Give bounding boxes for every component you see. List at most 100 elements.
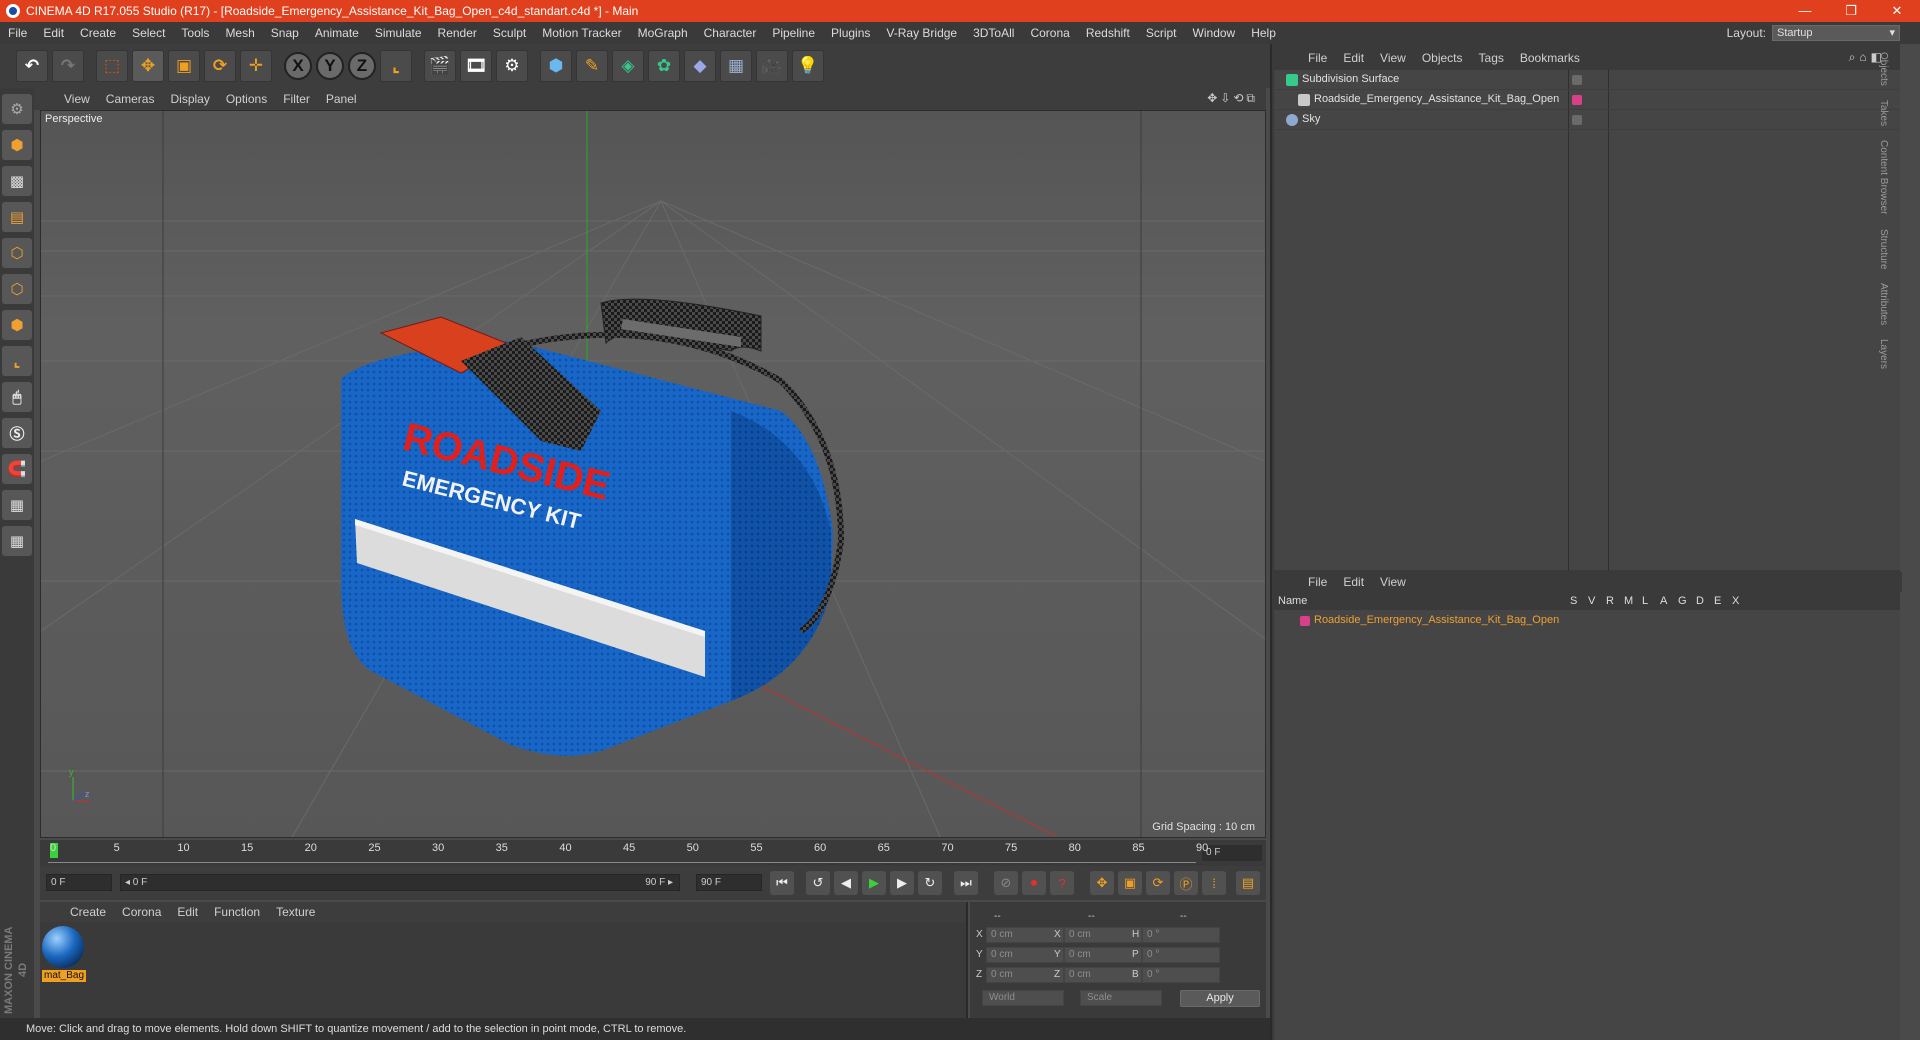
object-row[interactable]: Subdivision Surface	[1274, 70, 1900, 90]
material-swatch[interactable]: mat_Bag	[42, 926, 86, 984]
viewport-menu-view[interactable]: View	[56, 92, 98, 106]
menu-simulate[interactable]: Simulate	[367, 22, 430, 44]
minimize-button[interactable]: —	[1782, 0, 1828, 22]
menu-snap[interactable]: Snap	[263, 22, 307, 44]
points-mode-icon[interactable]: ⬡	[2, 238, 32, 268]
go-to-end-icon[interactable]: ⏭	[954, 871, 978, 895]
texture-mode-icon[interactable]: ▩	[2, 166, 32, 196]
subdivision-surface-icon[interactable]: ◈	[612, 50, 644, 82]
object-menu-view[interactable]: View	[1372, 51, 1414, 65]
material-menu-edit[interactable]: Edit	[169, 905, 206, 919]
restore-button[interactable]: ❐	[1828, 0, 1874, 22]
viewport-menu-cameras[interactable]: Cameras	[98, 92, 163, 106]
menu-edit[interactable]: Edit	[35, 22, 72, 44]
undo-icon[interactable]: ↶	[16, 50, 48, 82]
timeline-end-frame[interactable]: 0 F	[1202, 845, 1262, 861]
visibility-toggle-icon[interactable]	[1572, 115, 1582, 125]
coord-field-c[interactable]: 0 °	[1142, 927, 1220, 943]
make-editable-icon[interactable]: ⚙	[2, 94, 32, 124]
coord-field-b[interactable]: 0 cm	[1064, 927, 1142, 943]
coord-field-c[interactable]: 0 °	[1142, 947, 1220, 963]
layer-menu-edit[interactable]: Edit	[1335, 575, 1372, 589]
menu-v-ray-bridge[interactable]: V-Ray Bridge	[878, 22, 965, 44]
menu-render[interactable]: Render	[430, 22, 485, 44]
viewport-menu-panel[interactable]: Panel	[318, 92, 365, 106]
play-icon[interactable]: ▶	[862, 871, 886, 895]
camera-icon[interactable]: 🎥	[756, 50, 788, 82]
object-menu-edit[interactable]: Edit	[1335, 51, 1372, 65]
record-active-icon[interactable]: ⏺	[1022, 871, 1046, 895]
light-icon[interactable]: 💡	[792, 50, 824, 82]
menu-plugins[interactable]: Plugins	[823, 22, 878, 44]
object-menu-bookmarks[interactable]: Bookmarks	[1512, 51, 1588, 65]
snap-icon[interactable]: Ⓢ	[2, 418, 32, 448]
menu-animate[interactable]: Animate	[307, 22, 367, 44]
layer-row[interactable]: Roadside_Emergency_Assistance_Kit_Bag_Op…	[1274, 612, 1900, 630]
perspective-viewport[interactable]: ROADSIDE EMERGENCY KIT y z Perspective G…	[40, 110, 1266, 838]
menu-select[interactable]: Select	[124, 22, 173, 44]
transform-tool-icon[interactable]: ✛	[240, 50, 272, 82]
z-axis-lock-icon[interactable]: Z	[348, 52, 376, 80]
render-picture-viewer-icon[interactable]: 🎞	[460, 50, 492, 82]
timeline-window-icon[interactable]: ▤	[1236, 871, 1260, 895]
tweak-mode-icon[interactable]: 🖱	[2, 382, 32, 412]
viewport-nav-icons[interactable]: ✥⇩⟲⧉	[1207, 91, 1258, 106]
object-menu-tags[interactable]: Tags	[1471, 51, 1512, 65]
key-parameter-icon[interactable]: Ⓟ	[1174, 871, 1198, 895]
side-tab-attributes[interactable]: Attributes	[1878, 283, 1889, 325]
coord-field-b[interactable]: 0 cm	[1064, 967, 1142, 983]
key-rotation-icon[interactable]: ⟳	[1146, 871, 1170, 895]
pen-spline-icon[interactable]: ✎	[576, 50, 608, 82]
menu-window[interactable]: Window	[1185, 22, 1244, 44]
menu-script[interactable]: Script	[1138, 22, 1185, 44]
edges-mode-icon[interactable]: ⬡	[2, 274, 32, 304]
menu-motion-tracker[interactable]: Motion Tracker	[534, 22, 629, 44]
side-tab-objects[interactable]: Objects	[1878, 52, 1889, 86]
coordinate-mode-dropdown[interactable]: World	[982, 990, 1064, 1006]
viewport-menu-display[interactable]: Display	[162, 92, 217, 106]
live-selection-icon[interactable]: ⬚	[96, 50, 128, 82]
side-tab-content-browser[interactable]: Content Browser	[1878, 140, 1889, 214]
coord-field-a[interactable]: 0 cm	[986, 927, 1064, 943]
rotate-tool-icon[interactable]: ⟳	[204, 50, 236, 82]
floor-icon[interactable]: ▦	[720, 50, 752, 82]
preview-range-slider[interactable]: ◂ 0 F 90 F ▸	[120, 874, 680, 891]
menu-pipeline[interactable]: Pipeline	[764, 22, 823, 44]
viewport-menu-options[interactable]: Options	[218, 92, 275, 106]
viewport-menu-filter[interactable]: Filter	[275, 92, 318, 106]
menu-redshift[interactable]: Redshift	[1078, 22, 1138, 44]
menu-file[interactable]: File	[0, 22, 35, 44]
timeline-ruler[interactable]: 0 F 0 5 10 15 20 25 30 35 40 45 50 55 60 65 70 75 80 85 90	[40, 840, 1266, 866]
scale-tool-icon[interactable]: ▣	[168, 50, 200, 82]
next-frame-icon[interactable]: ▶	[890, 871, 914, 895]
layer-color-swatch[interactable]	[1300, 616, 1310, 626]
model-mode-icon[interactable]: ⬢	[2, 130, 32, 160]
key-pla-icon[interactable]: ⁞	[1202, 871, 1226, 895]
cube-primitive-icon[interactable]: ⬢	[540, 50, 572, 82]
object-row[interactable]: Roadside_Emergency_Assistance_Kit_Bag_Op…	[1274, 90, 1900, 110]
move-tool-icon[interactable]: ✥	[132, 50, 164, 82]
layer-tag-icon[interactable]	[1572, 95, 1582, 105]
lock-workplane-icon[interactable]: ▦	[2, 490, 32, 520]
next-keyframe-icon[interactable]: ↻	[918, 871, 942, 895]
polygons-mode-icon[interactable]: ⬢	[2, 310, 32, 340]
object-menu-objects[interactable]: Objects	[1414, 51, 1471, 65]
coord-field-b[interactable]: 0 cm	[1064, 947, 1142, 963]
axis-mode-icon[interactable]: ⌞	[2, 346, 32, 376]
menu-sculpt[interactable]: Sculpt	[485, 22, 534, 44]
side-tab-structure[interactable]: Structure	[1878, 229, 1889, 270]
autokey-icon[interactable]: ?	[1050, 871, 1074, 895]
object-menu-file[interactable]: File	[1300, 51, 1335, 65]
menu-3dtoall[interactable]: 3DToAll	[965, 22, 1022, 44]
material-menu-create[interactable]: Create	[62, 905, 114, 919]
coordinate-system-icon[interactable]: ⌞	[380, 50, 412, 82]
x-axis-lock-icon[interactable]: X	[284, 52, 312, 80]
menu-character[interactable]: Character	[696, 22, 765, 44]
previous-frame-icon[interactable]: ◀	[834, 871, 858, 895]
visibility-toggle-icon[interactable]	[1572, 75, 1582, 85]
previous-keyframe-icon[interactable]: ↺	[806, 871, 830, 895]
layer-menu-view[interactable]: View	[1372, 575, 1414, 589]
side-tab-layers[interactable]: Layers	[1878, 339, 1889, 369]
material-menu-texture[interactable]: Texture	[268, 905, 323, 919]
redo-icon[interactable]: ↷	[52, 50, 84, 82]
